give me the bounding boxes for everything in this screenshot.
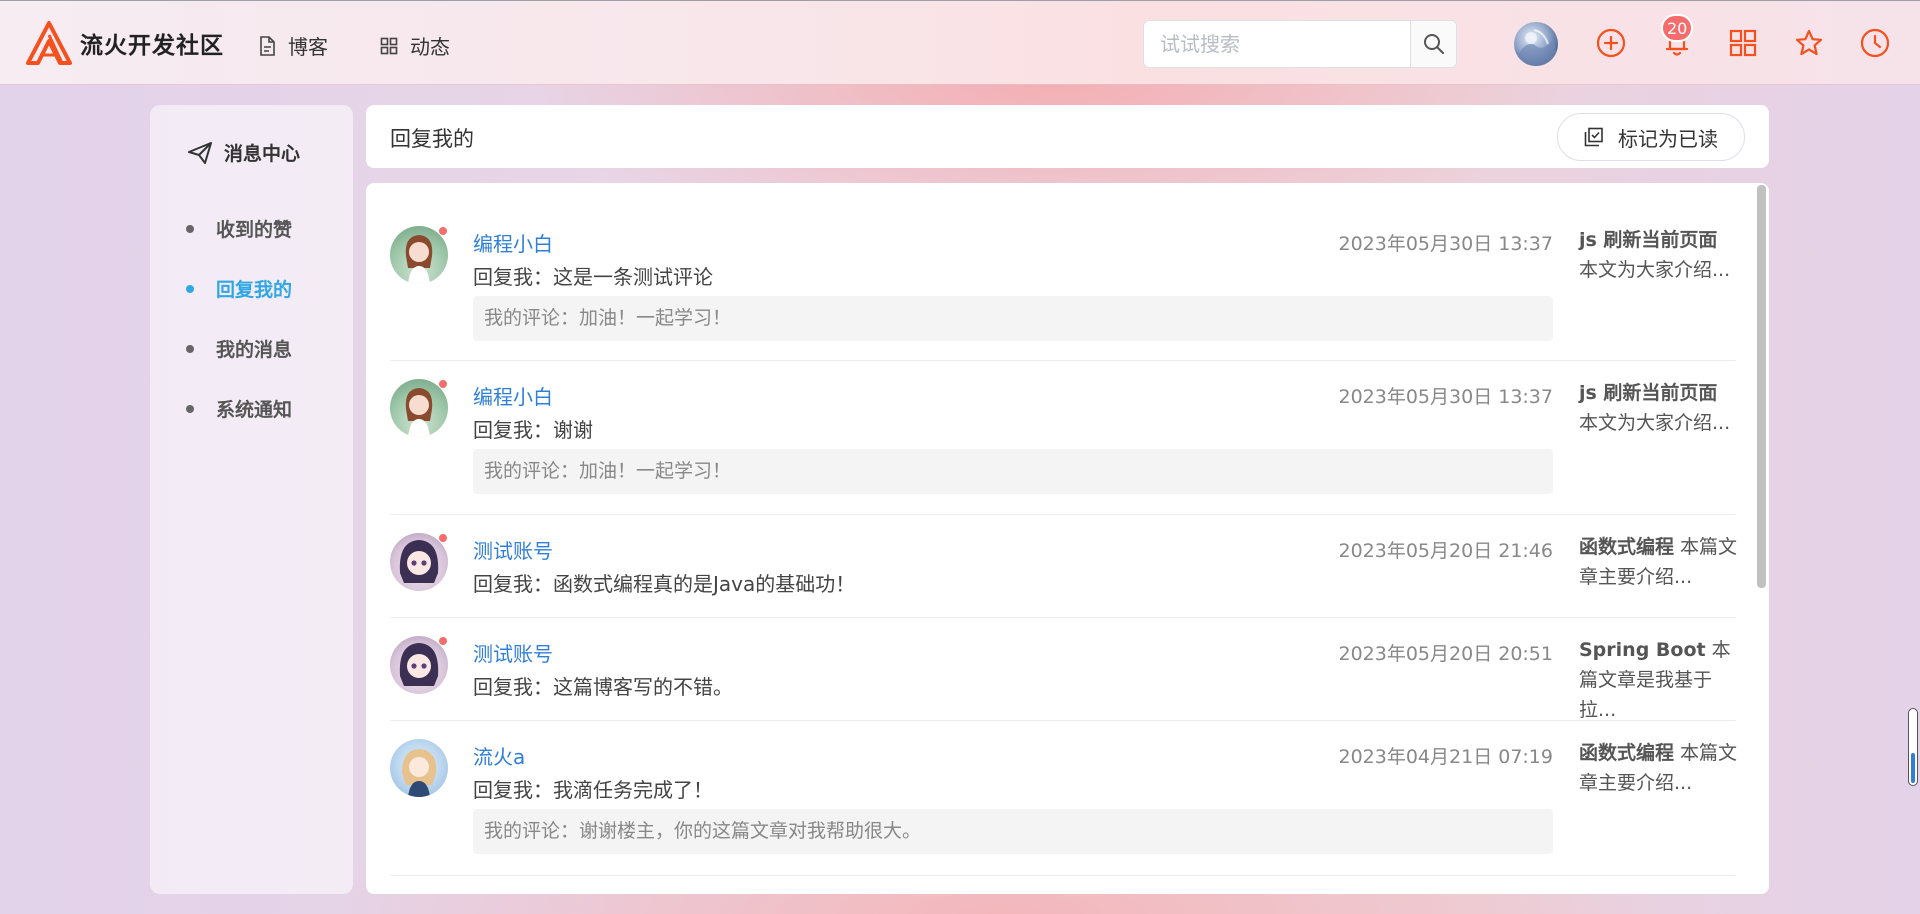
list-scrollbar[interactable] <box>1755 183 1769 894</box>
reply-list: 编程小白 2023年05月30日 13:37 回复我：这是一条测试评论 我的评论… <box>366 183 1769 894</box>
nav-blog[interactable]: 博客 <box>258 31 328 60</box>
reply-text: 回复我：这篇博客写的不错。 <box>473 675 733 699</box>
sidebar-item-replies[interactable]: 回复我的 <box>186 275 292 302</box>
article-link[interactable]: 函数式编程 本篇文章主要介绍... <box>1579 738 1739 798</box>
list-item[interactable]: 流火a 2023年04月21日 07:19 回复我：我滴任务完成了！ 我的评论：… <box>390 721 1739 876</box>
page-title: 回复我的 <box>390 127 474 151</box>
my-comment: 我的评论：加油！一起学习！ <box>473 296 1553 341</box>
reply-time: 2023年05月20日 20:51 <box>1338 643 1553 665</box>
star-icon <box>1795 29 1823 56</box>
plus-circle-icon <box>1596 28 1626 58</box>
reply-time: 2023年04月21日 07:19 <box>1338 746 1553 768</box>
article-title: js 刷新当前页面 <box>1579 229 1718 251</box>
reply-time: 2023年05月30日 13:37 <box>1338 386 1553 408</box>
notification-badge: 20 <box>1661 14 1694 42</box>
article-link[interactable]: 函数式编程 本篇文章主要介绍... <box>1579 532 1739 592</box>
article-link[interactable]: js 刷新当前页面 本文为大家介绍... <box>1579 378 1739 438</box>
brand-logo-icon <box>26 21 72 65</box>
bullet-dot <box>186 344 194 353</box>
list-item[interactable]: 编程小白 2023年05月30日 13:37 回复我：这是一条测试评论 我的评论… <box>390 183 1736 361</box>
sidebar-item-label: 收到的赞 <box>216 219 293 241</box>
avatar-image <box>1514 29 1558 66</box>
article-link[interactable]: js 刷新当前页面 本文为大家介绍... <box>1579 225 1739 285</box>
brand-name: 流火开发社区 <box>80 33 224 59</box>
grid-icon <box>380 37 398 54</box>
document-icon <box>260 35 275 56</box>
article-summary: 本文为大家介绍... <box>1579 259 1731 281</box>
sidebar-title-label: 消息中心 <box>224 143 301 165</box>
search-button[interactable] <box>1410 21 1456 67</box>
apps-button[interactable] <box>1725 25 1761 61</box>
bullet-dot <box>186 404 194 413</box>
article-title: 函数式编程 <box>1579 536 1675 558</box>
message-sidebar: 消息中心 收到的赞 回复我的 我的消息 系统通知 <box>150 105 353 894</box>
content-header: 回复我的 标记为已读 <box>366 105 1769 168</box>
favorites-button[interactable] <box>1791 25 1827 61</box>
article-link[interactable]: Spring Boot 本篇文章是我基于拉... <box>1579 635 1739 725</box>
nav-feed-label: 动态 <box>410 35 450 59</box>
clock-icon <box>1860 28 1890 58</box>
sidebar-item-likes[interactable]: 收到的赞 <box>186 215 292 242</box>
user-avatar[interactable] <box>1514 22 1558 66</box>
sidebar-item-system[interactable]: 系统通知 <box>186 395 292 422</box>
grid-icon <box>1729 29 1757 57</box>
reply-time: 2023年05月30日 13:37 <box>1338 233 1553 255</box>
sidebar-item-label: 回复我的 <box>216 279 293 301</box>
article-title: 函数式编程 <box>1579 742 1675 764</box>
my-comment: 我的评论：谢谢楼主，你的这篇文章对我帮助很大。 <box>473 809 1553 854</box>
nav-feed[interactable]: 动态 <box>380 31 450 60</box>
sidebar-title: 消息中心 <box>188 139 300 166</box>
create-button[interactable] <box>1593 25 1629 61</box>
list-item[interactable]: 编程小白 2023年05月30日 13:37 回复我：谢谢 我的评论：加油！一起… <box>390 361 1736 515</box>
check-square-icon <box>1584 127 1603 147</box>
paper-plane-icon <box>188 141 212 164</box>
page-scroll-indicator[interactable] <box>1908 708 1918 786</box>
list-item[interactable]: 测试账号 2023年05月20日 21:46 回复我：函数式编程真的是Java的… <box>390 515 1739 618</box>
mark-read-button[interactable]: 标记为已读 <box>1557 113 1745 161</box>
list-item[interactable]: 测试账号 2023年05月20日 20:51 回复我：这篇博客写的不错。 Spr… <box>390 618 1736 721</box>
article-summary: 本文为大家介绍... <box>1579 412 1731 434</box>
sidebar-item-label: 系统通知 <box>216 399 293 421</box>
history-button[interactable] <box>1857 25 1893 61</box>
reply-text: 回复我：函数式编程真的是Java的基础功！ <box>473 572 856 596</box>
reply-time: 2023年05月20日 21:46 <box>1338 540 1553 562</box>
mark-read-label: 标记为已读 <box>1618 126 1718 151</box>
search-icon <box>1423 34 1444 54</box>
sidebar-item-label: 我的消息 <box>216 339 293 361</box>
my-comment: 我的评论：加油！一起学习！ <box>473 449 1553 494</box>
brand-logo[interactable]: 流火开发社区 <box>26 21 224 65</box>
reply-text: 回复我：谢谢 <box>473 418 593 442</box>
page-scroll-indicator-fill <box>1911 753 1915 783</box>
bullet-dot <box>186 284 194 293</box>
article-title: js 刷新当前页面 <box>1579 382 1718 404</box>
reply-text: 回复我：我滴任务完成了！ <box>473 778 713 802</box>
list-scrollbar-thumb[interactable] <box>1757 185 1766 588</box>
article-title: Spring Boot <box>1579 639 1706 661</box>
sidebar-item-messages[interactable]: 我的消息 <box>186 335 292 362</box>
search-box <box>1143 20 1457 68</box>
top-header: 流火开发社区 博客 动态 试试搜索 20 <box>0 0 1920 84</box>
bullet-dot <box>186 224 194 233</box>
nav-blog-label: 博客 <box>288 35 328 59</box>
reply-text: 回复我：这是一条测试评论 <box>473 265 713 289</box>
search-input[interactable] <box>1144 21 1410 67</box>
